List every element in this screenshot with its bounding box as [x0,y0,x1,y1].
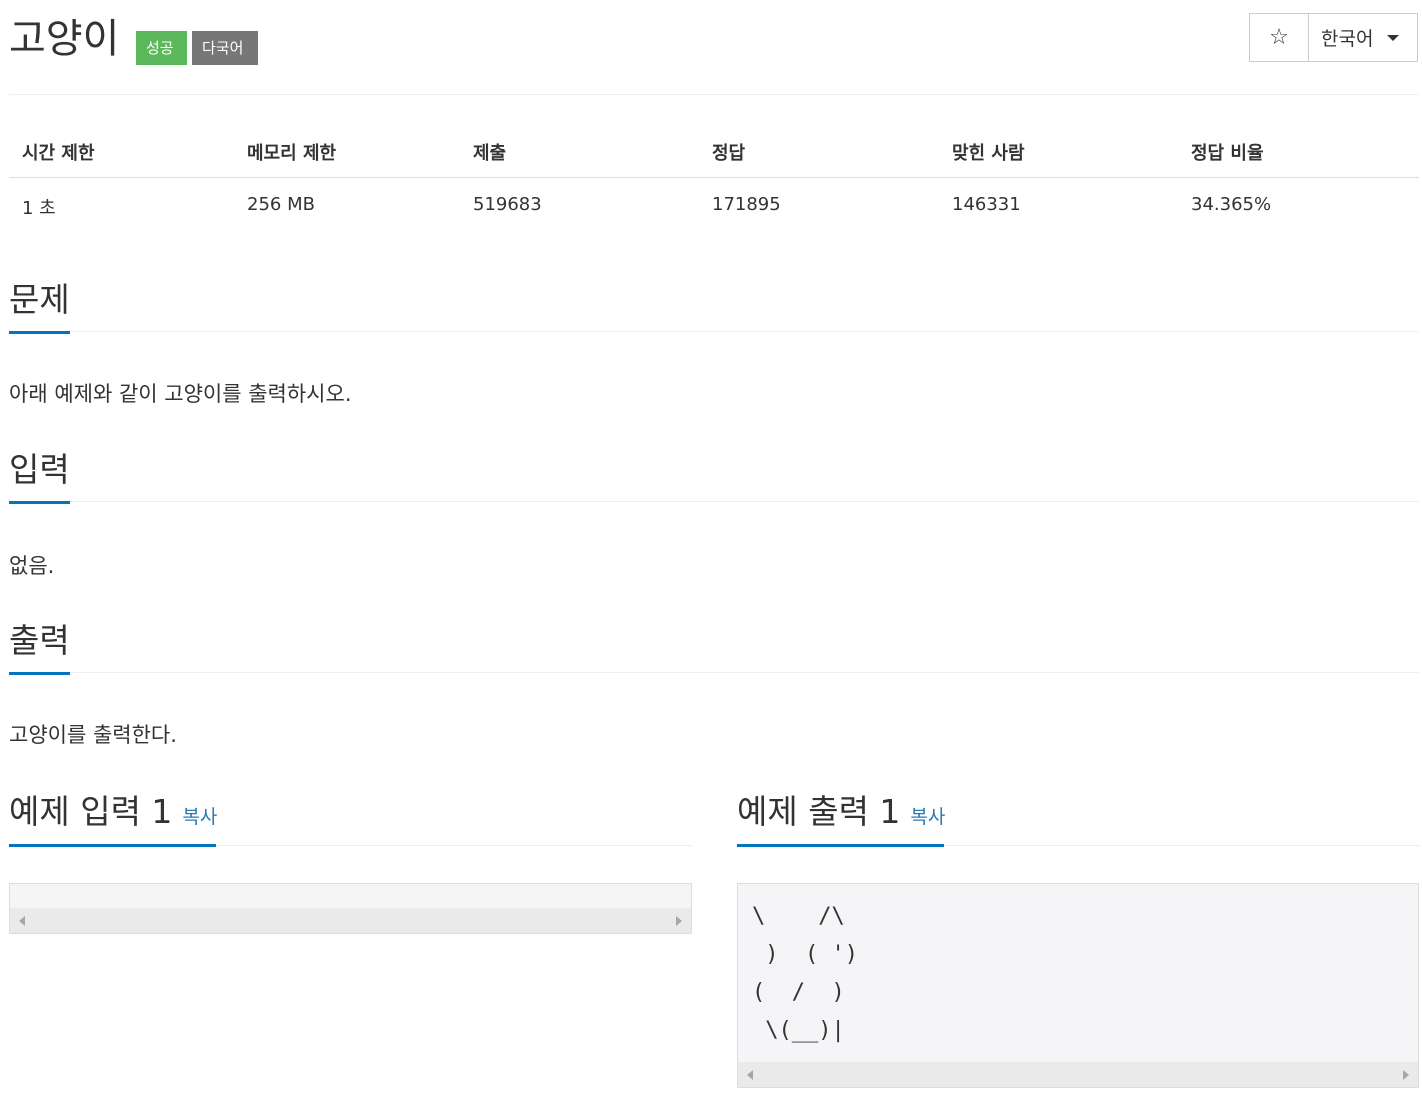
language-dropdown[interactable]: 한국어 [1309,14,1417,61]
favorite-button[interactable]: ☆ [1250,14,1309,61]
solvers-value[interactable]: 146331 [952,194,1021,215]
horizontal-scrollbar[interactable] [10,908,691,933]
output-heading: 출력 [9,621,70,660]
heading-underline [9,501,70,504]
sample-output-content: \ /\ ) ( ') ( / ) \(__)| [752,904,858,1043]
problem-description: 아래 예제와 같이 고양이를 출력하시오. [9,382,352,406]
multilang-badge[interactable]: 다국어 [192,31,258,65]
heading-underline [9,672,70,675]
horizontal-scrollbar[interactable] [738,1062,1418,1087]
sample-output-box: \ /\ ) ( ') ( / ) \(__)| [737,883,1419,1088]
accepted-value[interactable]: 171895 [712,194,781,215]
scroll-right-icon[interactable] [676,916,682,926]
copy-input-button[interactable]: 복사 [182,806,217,828]
accept-ratio-value: 34.365% [1191,194,1272,215]
header-solvers: 맞힌 사람 [952,143,1025,164]
copy-output-button[interactable]: 복사 [910,806,945,828]
section-divider [9,501,1419,502]
scroll-left-icon[interactable] [747,1070,753,1080]
problem-title: 고양이 [9,16,120,62]
heading-underline [9,331,70,334]
problem-heading: 문제 [9,280,70,319]
heading-underline [9,844,216,847]
language-label: 한국어 [1321,28,1374,50]
header-accept-ratio: 정답 비율 [1191,143,1264,164]
input-description: 없음. [9,554,55,578]
section-divider [9,331,1419,332]
sample-input-box [9,883,692,934]
input-heading: 입력 [9,450,70,489]
scroll-left-icon[interactable] [19,916,25,926]
scroll-right-icon[interactable] [1403,1070,1409,1080]
problem-toolbar: ☆ 한국어 [1249,13,1418,62]
star-icon: ☆ [1269,25,1289,50]
time-limit-value: 1 초 [22,198,56,219]
section-divider [9,672,1419,673]
heading-underline [737,844,944,847]
header-divider [9,94,1419,95]
header-time-limit: 시간 제한 [22,143,95,164]
table-row: 1 초 256 MB 519683 171895 146331 34.365% [9,178,1419,228]
submissions-value[interactable]: 519683 [473,194,542,215]
sample-output-heading: 예제 출력 1 [737,792,901,831]
memory-limit-value: 256 MB [247,194,315,215]
caret-down-icon [1387,34,1400,41]
sample-input-heading: 예제 입력 1 [9,792,173,831]
header-memory-limit: 메모리 제한 [247,143,337,164]
table-header-row: 시간 제한 메모리 제한 제출 정답 맞힌 사람 정답 비율 [9,125,1419,178]
output-description: 고양이를 출력한다. [9,723,177,747]
header-submissions: 제출 [473,143,507,164]
success-badge: 성공 [136,31,187,65]
header-accepted: 정답 [712,143,746,164]
problem-info-table: 시간 제한 메모리 제한 제출 정답 맞힌 사람 정답 비율 1 초 256 M… [9,125,1419,228]
